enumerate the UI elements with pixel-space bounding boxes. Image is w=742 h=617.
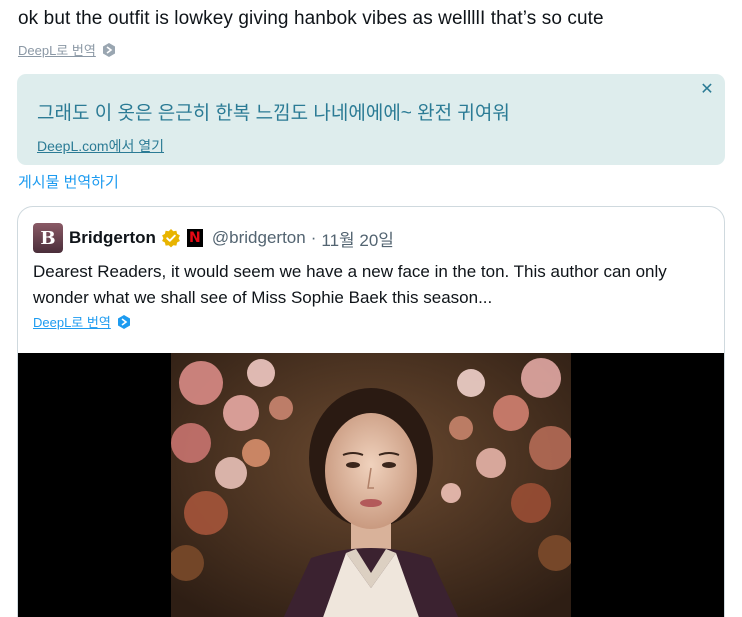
separator-dot: ·: [310, 228, 317, 247]
reply-text: ok but the outfit is lowkey giving hanbo…: [18, 8, 604, 29]
tweet-page: ok but the outfit is lowkey giving hanbo…: [0, 0, 742, 617]
netflix-affiliate-icon[interactable]: N: [186, 229, 203, 247]
quoted-tweet[interactable]: B Bridgerton N @bridgerton · 11월 20일 Dea…: [17, 206, 725, 617]
avatar[interactable]: B: [33, 223, 63, 253]
quoted-date[interactable]: 11월 20일: [321, 226, 394, 251]
deepl-translate-label: DeepL로 번역: [18, 43, 96, 58]
deepl-icon: [117, 314, 130, 329]
quoted-tweet-header: B Bridgerton N @bridgerton · 11월 20일: [33, 223, 394, 253]
quoted-deepl-translate-label: DeepL로 번역: [33, 315, 111, 330]
quoted-deepl-translate-link[interactable]: DeepL로 번역: [33, 312, 132, 331]
translate-post-link[interactable]: 게시물 번역하기: [18, 171, 119, 192]
quoted-tweet-text: Dearest Readers, it would seem we have a…: [33, 262, 667, 307]
close-icon[interactable]: ✕: [699, 82, 715, 98]
quoted-handle[interactable]: @bridgerton: [212, 228, 306, 248]
deepl-icon: [102, 42, 115, 57]
translation-panel: 그래도 이 옷은 은근히 한복 느낌도 나네에에에~ 완전 귀여워 DeepL.…: [17, 74, 725, 165]
verified-badge-icon: [161, 229, 180, 248]
quoted-author-name[interactable]: Bridgerton: [69, 228, 156, 248]
translation-text: 그래도 이 옷은 은근히 한복 느낌도 나네에에에~ 완전 귀여워: [37, 103, 510, 124]
video-still-image[interactable]: [171, 353, 571, 617]
quoted-media[interactable]: [18, 353, 724, 617]
portrait-photo: [171, 353, 571, 617]
open-in-deepl-link[interactable]: DeepL.com에서 열기: [37, 136, 164, 156]
deepl-translate-link[interactable]: DeepL로 번역: [18, 40, 117, 59]
